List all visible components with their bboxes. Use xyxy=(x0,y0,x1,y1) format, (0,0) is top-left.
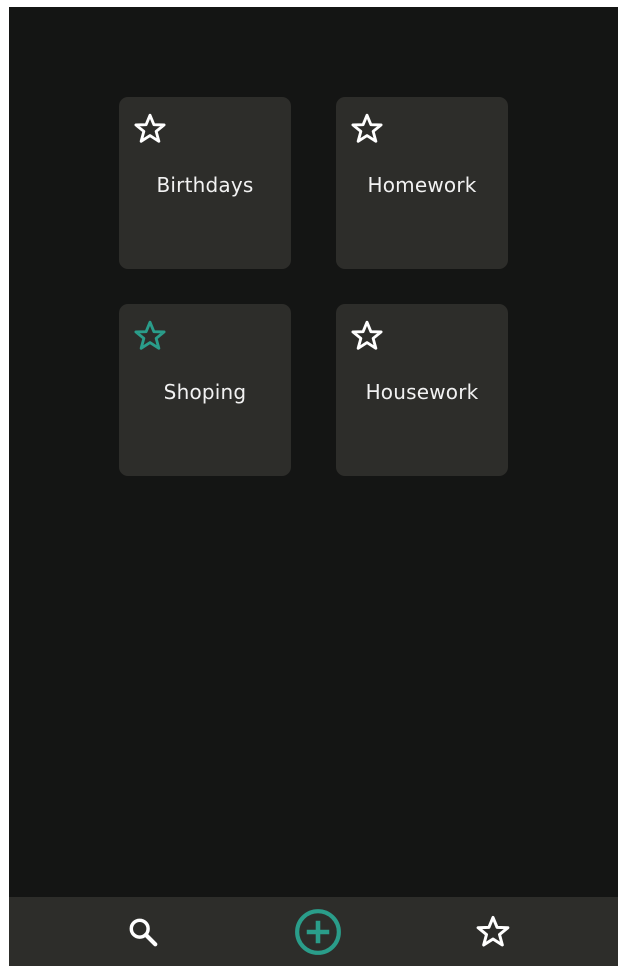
app-screen: Birthdays Homework Shoping Housework xyxy=(9,7,618,966)
star-outline-icon xyxy=(476,915,510,946)
star-icon[interactable] xyxy=(132,111,168,147)
star-icon-favorite[interactable] xyxy=(132,318,168,354)
star-icon[interactable] xyxy=(349,111,385,147)
category-label: Housework xyxy=(365,380,479,404)
search-icon xyxy=(129,918,158,946)
category-grid: Birthdays Homework Shoping Housework xyxy=(119,97,508,477)
category-card-birthdays[interactable]: Birthdays xyxy=(119,97,291,269)
search-button[interactable] xyxy=(103,897,183,966)
category-card-housework[interactable]: Housework xyxy=(336,304,508,476)
favorites-button[interactable] xyxy=(453,897,533,966)
category-label: Shoping xyxy=(163,380,247,404)
add-category-button[interactable] xyxy=(278,897,358,966)
star-icon[interactable] xyxy=(349,318,385,354)
category-label: Homework xyxy=(367,173,477,197)
bottom-navigation xyxy=(9,897,618,966)
category-card-shoping[interactable]: Shoping xyxy=(119,304,291,476)
add-circle-icon xyxy=(295,908,341,955)
category-label: Birthdays xyxy=(156,173,254,197)
category-card-homework[interactable]: Homework xyxy=(336,97,508,269)
